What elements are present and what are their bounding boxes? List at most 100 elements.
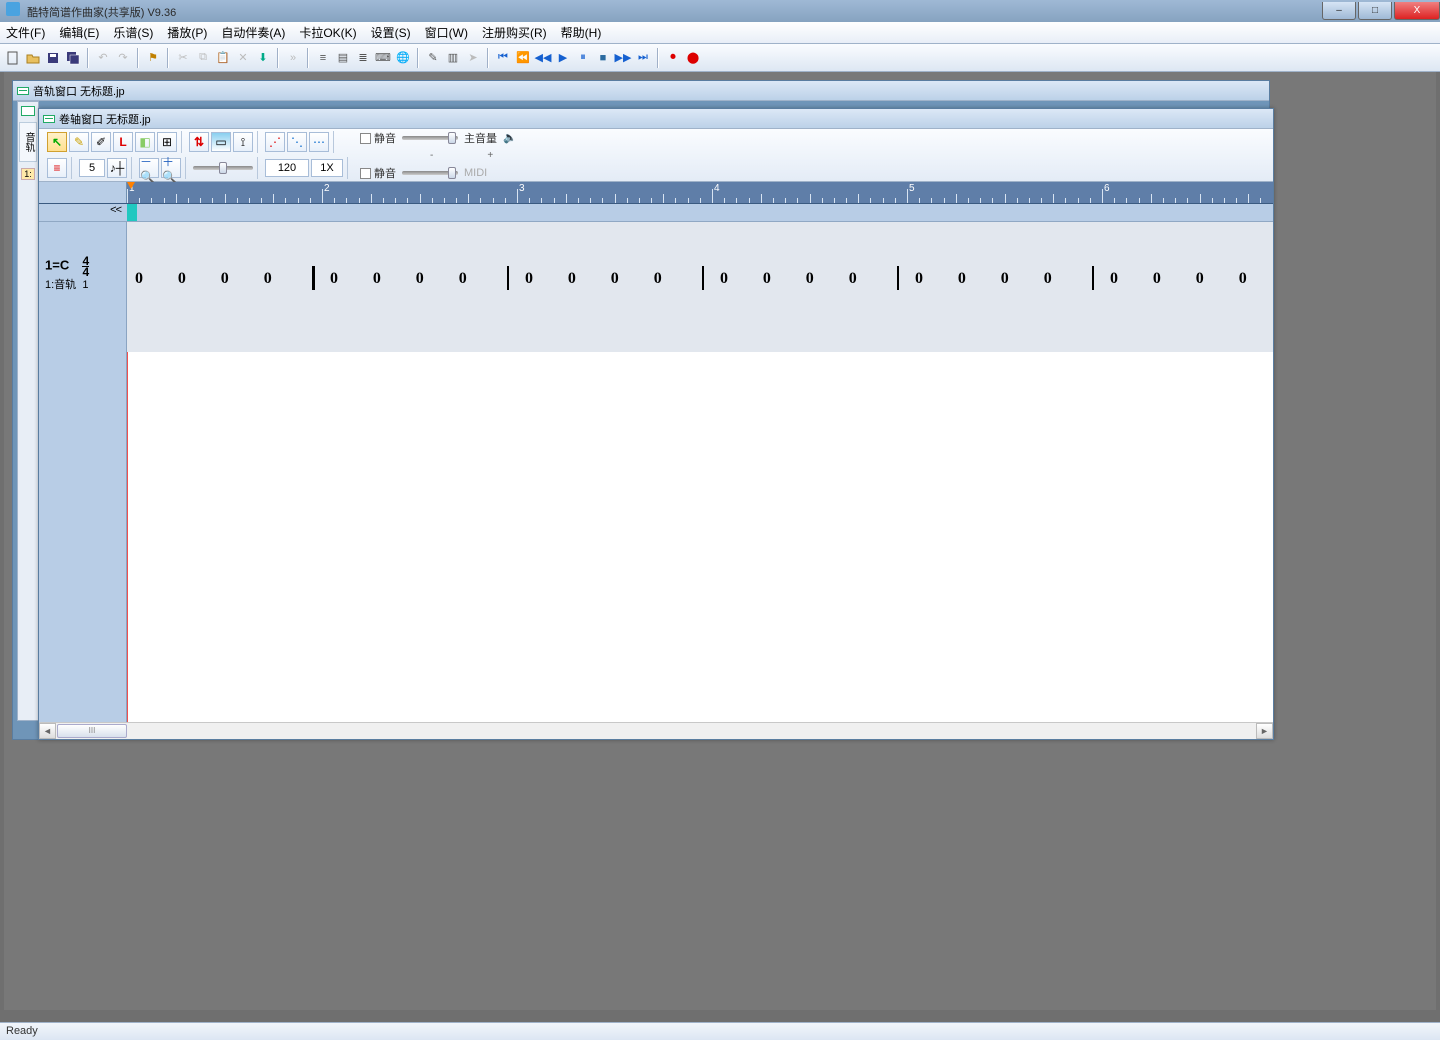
title-bar[interactable]: 酷特简谱作曲家(共享版) V9.36 – □ X [0,0,1440,22]
mute-1-checkbox[interactable]: 静音 [360,130,396,146]
note[interactable]: 0 [1001,270,1009,288]
note[interactable]: 0 [1196,270,1204,288]
note[interactable]: 0 [1239,270,1247,288]
redo-icon[interactable]: ↷ [114,49,132,67]
mute1-slider[interactable] [402,136,458,140]
align-icon[interactable]: ≣ [354,49,372,67]
zoom-out-icon[interactable]: －🔍 [139,158,159,178]
menu-edit[interactable]: 编辑(E) [59,24,99,41]
menu-play[interactable]: 播放(P) [167,24,207,41]
globe-icon[interactable]: 🌐 [394,49,412,67]
undo-icon[interactable]: ↶ [94,49,112,67]
chevron-right-icon[interactable]: » [284,49,302,67]
ffwd-icon[interactable]: ▶▶ [614,49,632,67]
note[interactable]: 0 [915,270,923,288]
draw-tool-icon[interactable]: ✐ [91,132,111,152]
scroll-thumb[interactable]: III [57,724,127,738]
next-icon[interactable]: ⏭ [634,49,652,67]
zoom-slider[interactable] [193,166,253,170]
scroll-right-icon[interactable]: ► [1256,723,1273,739]
delete-icon[interactable]: ✕ [234,49,252,67]
page-icon[interactable]: ▤ [334,49,352,67]
rewind-icon[interactable]: ◀◀ [534,49,552,67]
note[interactable]: 0 [611,270,619,288]
speed-input[interactable]: 1X [311,159,343,177]
note[interactable]: 0 [720,270,728,288]
note[interactable]: 0 [221,270,229,288]
new-icon[interactable] [4,49,22,67]
pencil-icon[interactable]: ✎ [424,49,442,67]
copy-icon[interactable]: ⧉ [194,49,212,67]
forward-icon[interactable]: ➤ [464,49,482,67]
note[interactable]: 0 [1044,270,1052,288]
note[interactable]: 0 [416,270,424,288]
menu-score[interactable]: 乐谱(S) [113,24,153,41]
menu-window[interactable]: 窗口(W) [425,24,468,41]
note[interactable]: 0 [264,270,272,288]
cut-icon[interactable]: ✂ [174,49,192,67]
bars-icon[interactable]: ▥ [444,49,462,67]
close-button[interactable]: X [1394,2,1440,20]
scroll-left-icon[interactable]: ◄ [39,723,56,739]
minimize-button[interactable]: – [1322,2,1356,20]
note[interactable]: 0 [459,270,467,288]
menu-settings[interactable]: 设置(S) [371,24,411,41]
note[interactable]: 0 [763,270,771,288]
note[interactable]: 0 [135,270,143,288]
track-window-title-bar[interactable]: 音轨窗口 无标题.jp [13,81,1269,101]
menu-accompany[interactable]: 自动伴奏(A) [221,24,285,41]
pause-icon[interactable]: ⏸ [574,49,592,67]
note-duration-icon[interactable]: ♪┼ [107,158,127,178]
note[interactable]: 0 [849,270,857,288]
notation-area[interactable]: 1=C 44 1:音轨 1 00000000000000000000000000… [39,222,1273,722]
note[interactable]: 0 [654,270,662,288]
region-icon[interactable]: ▭ [211,132,231,152]
pointer-tool-icon[interactable]: ↖ [47,132,67,152]
swap-icon[interactable]: ⇅ [189,132,209,152]
note[interactable]: 0 [373,270,381,288]
open-icon[interactable] [24,49,42,67]
rest-icon[interactable]: ⟟ [233,132,253,152]
note[interactable]: 0 [1153,270,1161,288]
mute-2-checkbox[interactable]: 静音 [360,165,396,181]
keyboard-icon[interactable]: ⌨ [374,49,392,67]
speaker-icon[interactable]: 🔈 [503,131,517,144]
note[interactable]: 0 [178,270,186,288]
menu-file[interactable]: 文件(F) [6,24,45,41]
save-icon[interactable] [44,49,62,67]
menu-register[interactable]: 注册购买(R) [482,24,547,41]
note-row[interactable]: 0000000000000000000000000000 [127,222,1273,352]
track-tool-icon[interactable] [21,106,35,116]
record-icon[interactable]: ⏺ [664,49,682,67]
mute2-slider[interactable] [402,171,458,175]
zoom-in-icon[interactable]: ＋🔍 [161,158,181,178]
note[interactable]: 0 [958,270,966,288]
note[interactable]: 0 [568,270,576,288]
save-all-icon[interactable] [64,49,82,67]
staff-icon[interactable]: ≡ [47,158,67,178]
eraser-tool-icon[interactable]: ◧ [135,132,155,152]
list-icon[interactable]: ≡ [314,49,332,67]
pencil-tool-icon[interactable]: ✎ [69,132,89,152]
zoom-step-input[interactable]: 5 [79,159,105,177]
lyric-tool-icon[interactable]: L [113,132,133,152]
record-stop-icon[interactable]: ⬤ [684,49,702,67]
note[interactable]: 0 [330,270,338,288]
prev-icon[interactable]: ⏪ [514,49,532,67]
menu-help[interactable]: 帮助(H) [561,24,602,41]
note[interactable]: 0 [525,270,533,288]
timeline-ruler[interactable]: 123456 [39,182,1273,204]
track-row-1[interactable]: 1: [21,168,35,180]
scroll-window-title-bar[interactable]: 卷轴窗口 无标题.jp [39,109,1273,129]
skip-start-icon[interactable]: ⏮ [494,49,512,67]
menu-karaoke[interactable]: 卡拉OK(K) [299,24,356,41]
maximize-button[interactable]: □ [1358,2,1392,20]
stop-icon[interactable]: ■ [594,49,612,67]
dots-b-icon[interactable]: ⋱ [287,132,307,152]
dots-c-icon[interactable]: ⋯ [309,132,329,152]
playhead-icon[interactable] [127,182,135,190]
collapse-button[interactable]: << [39,204,127,221]
play-icon[interactable]: ▶ [554,49,572,67]
tempo-input[interactable]: 120 [265,159,309,177]
paste-icon[interactable]: 📋 [214,49,232,67]
